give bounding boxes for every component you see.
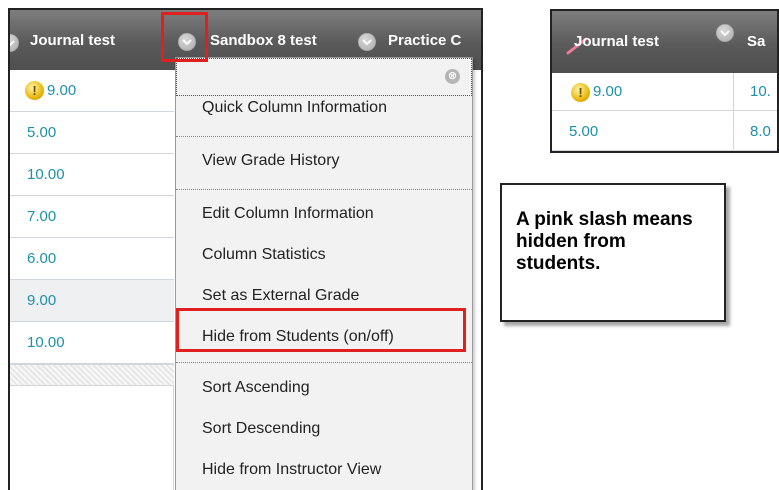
menu-item-quick-column-information[interactable]: Quick Column Information (176, 88, 472, 128)
hidden-column-preview: Journal test Sa ! 9.00 10. 5.00 8.0 (550, 9, 779, 153)
table-row[interactable]: ! 9.00 10. (552, 73, 777, 111)
menu-item-view-grade-history[interactable]: View Grade History (176, 141, 472, 181)
highlight-chevron (161, 12, 208, 62)
chevron-down-icon[interactable] (358, 33, 376, 51)
callout-text: A pink slash means hidden from students. (516, 209, 693, 274)
chevron-down-icon[interactable] (716, 24, 734, 42)
grade-value[interactable]: 9.00 (27, 292, 56, 309)
table-row[interactable]: 5.00 (10, 112, 174, 154)
grade-value[interactable]: 8.0 (750, 123, 771, 140)
grade-value[interactable]: 5.00 (27, 124, 56, 141)
table-row[interactable]: ! 9.00 (10, 70, 174, 112)
grade-column: ! 9.00 5.00 10.00 7.00 6.00 9.00 10.00 (10, 70, 174, 490)
menu-item-sort-descending[interactable]: Sort Descending (176, 409, 472, 449)
grade-value[interactable]: 9.00 (47, 82, 76, 99)
column-context-menu: ⊗ Quick Column Information View Grade Hi… (175, 57, 473, 490)
menu-separator (176, 362, 472, 363)
table-row[interactable]: 6.00 (10, 238, 174, 280)
hatched-row (10, 364, 174, 386)
chevron-down-icon[interactable] (10, 34, 19, 52)
column-header-journal-test[interactable]: Journal test (30, 32, 115, 49)
menu-item-sort-ascending[interactable]: Sort Ascending (176, 368, 472, 408)
highlight-hide-from-students (176, 308, 466, 352)
preview-header: Journal test Sa (552, 11, 777, 73)
grade-value[interactable]: 10.00 (27, 166, 65, 183)
grade-value[interactable]: 10.00 (27, 334, 65, 351)
table-row[interactable]: 7.00 (10, 196, 174, 238)
needs-grading-icon: ! (25, 81, 44, 100)
menu-separator (176, 189, 472, 190)
grade-value[interactable]: 5.00 (569, 123, 598, 140)
column-header-journal-test[interactable]: Journal test (574, 33, 659, 50)
table-row[interactable]: 10.00 (10, 322, 174, 364)
gradebook-panel: Journal test Sandbox 8 test Practice C !… (8, 8, 483, 490)
column-header-practice[interactable]: Practice C (388, 32, 461, 49)
column-header-sandbox[interactable]: Sa (747, 33, 765, 50)
table-row[interactable]: 5.00 8.0 (552, 111, 777, 151)
grade-value[interactable]: 9.00 (593, 83, 622, 100)
table-row[interactable]: 10.00 (10, 154, 174, 196)
close-icon[interactable]: ⊗ (445, 69, 460, 84)
needs-grading-icon: ! (571, 83, 590, 102)
callout-box: A pink slash means hidden from students. (500, 183, 726, 322)
menu-item-column-statistics[interactable]: Column Statistics (176, 235, 472, 275)
menu-separator (176, 136, 472, 137)
grade-value[interactable]: 10. (750, 83, 771, 100)
column-header-sandbox-8-test[interactable]: Sandbox 8 test (210, 32, 317, 49)
grade-value[interactable]: 6.00 (27, 250, 56, 267)
menu-item-hide-from-instructor-view[interactable]: Hide from Instructor View (176, 450, 472, 490)
preview-grid: ! 9.00 10. 5.00 8.0 (552, 73, 777, 151)
column-divider (733, 73, 734, 151)
table-row[interactable]: 9.00 (10, 280, 174, 322)
menu-item-edit-column-information[interactable]: Edit Column Information (176, 194, 472, 234)
grade-value[interactable]: 7.00 (27, 208, 56, 225)
